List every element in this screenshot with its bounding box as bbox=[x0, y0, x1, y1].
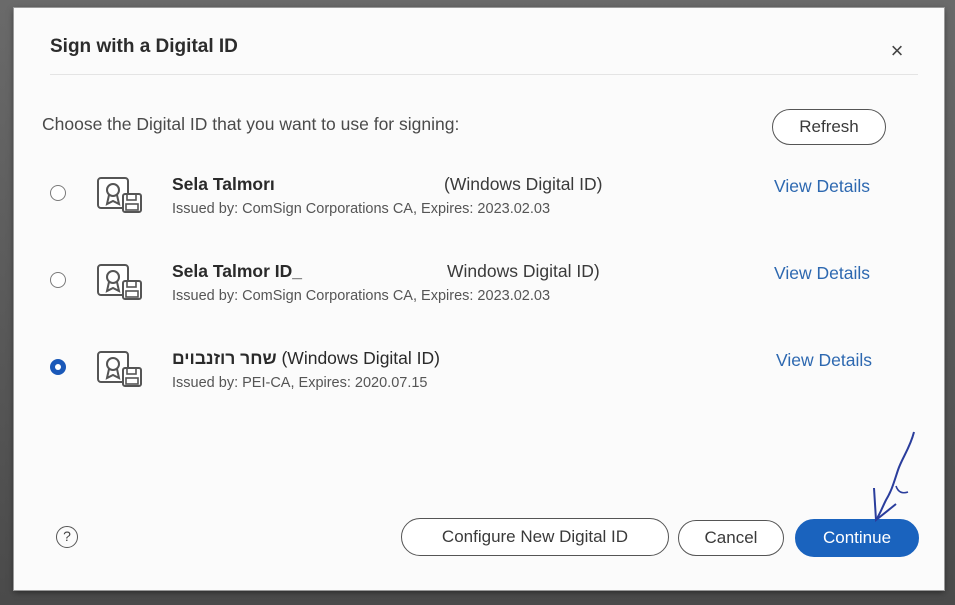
view-details-link[interactable]: View Details bbox=[774, 176, 870, 197]
help-icon[interactable]: ? bbox=[56, 526, 78, 548]
id-radio-3[interactable] bbox=[50, 359, 66, 375]
sign-digital-id-dialog: Sign with a Digital ID × Choose the Digi… bbox=[14, 8, 944, 590]
id-type: (Windows Digital ID) bbox=[444, 174, 603, 194]
dialog-title: Sign with a Digital ID bbox=[50, 36, 238, 57]
id-radio-1[interactable] bbox=[50, 185, 66, 201]
id-radio-2[interactable] bbox=[50, 272, 66, 288]
configure-new-id-button[interactable]: Configure New Digital ID bbox=[401, 518, 669, 556]
close-icon[interactable]: × bbox=[884, 38, 910, 64]
digital-id-certificate-icon bbox=[97, 177, 142, 213]
digital-id-certificate-icon bbox=[97, 264, 142, 300]
digital-id-row[interactable]: Sela Talmor ID_ Windows Digital ID) Issu… bbox=[14, 251, 944, 311]
digital-id-row[interactable]: שחר רוזנבוים (Windows Digital ID) Issued… bbox=[14, 338, 944, 398]
id-name: שחר רוזנבוים (Windows Digital ID) bbox=[172, 348, 440, 368]
view-details-link[interactable]: View Details bbox=[774, 263, 870, 284]
cancel-button[interactable]: Cancel bbox=[678, 520, 784, 556]
hand-drawn-arrow-icon bbox=[873, 431, 915, 522]
id-issuer: Issued by: ComSign Corporations CA, Expi… bbox=[172, 201, 551, 217]
view-details-link[interactable]: View Details bbox=[776, 350, 872, 371]
digital-id-row[interactable]: Sela Talmorı (Windows Digital ID) Issued… bbox=[14, 164, 944, 224]
id-issuer: Issued by: PEI-CA, Expires: 2020.07.15 bbox=[172, 375, 428, 391]
id-name: Sela Talmorı bbox=[172, 174, 275, 194]
digital-id-certificate-icon bbox=[97, 351, 142, 387]
id-name: Sela Talmor ID_ bbox=[172, 261, 303, 281]
refresh-button[interactable]: Refresh bbox=[772, 109, 886, 145]
title-divider bbox=[50, 74, 918, 75]
id-type: Windows Digital ID) bbox=[447, 261, 600, 281]
id-issuer: Issued by: ComSign Corporations CA, Expi… bbox=[172, 288, 551, 304]
instruction-text: Choose the Digital ID that you want to u… bbox=[42, 114, 460, 134]
